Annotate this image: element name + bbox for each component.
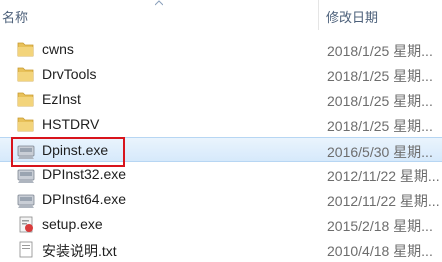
file-name: DPInst32.exe bbox=[42, 166, 127, 182]
folder-icon bbox=[17, 67, 34, 82]
file-date: 2012/11/22 星期... bbox=[327, 168, 440, 184]
sort-arrow-icon bbox=[155, 0, 163, 6]
file-date: 2015/2/18 星期... bbox=[327, 218, 433, 234]
file-date: 2018/1/25 星期... bbox=[327, 118, 433, 134]
text-file-icon bbox=[19, 241, 33, 258]
file-date: 2018/1/25 星期... bbox=[327, 43, 433, 59]
file-row-setup[interactable]: setup.exe 2015/2/18 星期... bbox=[0, 212, 442, 237]
column-header: 名称 修改日期 bbox=[0, 0, 442, 32]
annotation-highlight-box bbox=[11, 137, 125, 167]
setup-exe-icon bbox=[19, 216, 33, 233]
file-row-ezinst[interactable]: EzInst 2018/1/25 星期... bbox=[0, 87, 442, 112]
column-header-date[interactable]: 修改日期 bbox=[326, 7, 378, 26]
installer-exe-icon bbox=[17, 194, 35, 208]
file-name: DrvTools bbox=[42, 66, 97, 82]
file-name: 安装说明.txt bbox=[42, 243, 117, 259]
file-row-hstdrv[interactable]: HSTDRV 2018/1/25 星期... bbox=[0, 112, 442, 137]
folder-icon bbox=[17, 92, 34, 107]
file-date: 2010/4/18 星期... bbox=[327, 243, 433, 259]
column-divider[interactable] bbox=[318, 0, 319, 30]
folder-icon bbox=[17, 117, 34, 132]
file-row-cwns[interactable]: cwns 2018/1/25 星期... bbox=[0, 37, 442, 62]
file-name: DPInst64.exe bbox=[42, 191, 127, 207]
installer-exe-icon bbox=[17, 169, 35, 183]
file-name: setup.exe bbox=[42, 216, 103, 232]
file-name: HSTDRV bbox=[42, 116, 100, 132]
file-row-drvtools[interactable]: DrvTools 2018/1/25 星期... bbox=[0, 62, 442, 87]
file-row-dpinst64[interactable]: DPInst64.exe 2012/11/22 星期... bbox=[0, 187, 442, 212]
file-name: cwns bbox=[42, 41, 74, 57]
column-header-name[interactable]: 名称 bbox=[2, 7, 28, 26]
file-date: 2018/1/25 星期... bbox=[327, 93, 433, 109]
file-name: EzInst bbox=[42, 91, 81, 107]
file-date: 2012/11/22 星期... bbox=[327, 193, 440, 209]
file-date: 2018/1/25 星期... bbox=[327, 68, 433, 84]
file-row-readme[interactable]: 安装说明.txt 2010/4/18 星期... bbox=[0, 237, 442, 262]
file-date: 2016/5/30 星期... bbox=[327, 144, 433, 160]
folder-icon bbox=[17, 42, 34, 57]
